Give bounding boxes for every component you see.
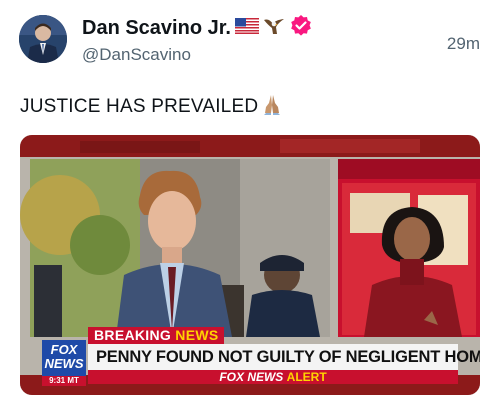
logo-line-1: FOX: [50, 342, 78, 357]
tweet-timestamp[interactable]: 29m: [447, 34, 480, 54]
author-name-row: Dan Scavino Jr.: [82, 14, 313, 43]
breaking-news-word: NEWS: [175, 327, 219, 343]
avatar-image: [19, 15, 67, 63]
tweet-body: JUSTICE HAS PREVAILED: [20, 96, 259, 117]
breaking-label: BREAKING: [94, 327, 172, 343]
breaking-news-banner: BREAKING NEWS: [88, 327, 225, 344]
fox-news-alert-bar: FOX NEWS ALERT: [88, 370, 458, 384]
eagle-icon: [263, 16, 285, 41]
alert-prefix: FOX NEWS: [219, 370, 284, 384]
tweet-media[interactable]: FOX NEWS 9:31 MT BREAKING NEWS PENNY FOU…: [20, 135, 480, 395]
broadcast-clock: 9:31 MT: [42, 376, 86, 386]
avatar[interactable]: [19, 15, 67, 63]
alert-word: ALERT: [286, 370, 327, 384]
folded-hands-icon: [260, 93, 284, 121]
logo-line-2: NEWS: [44, 356, 84, 371]
author-name[interactable]: Dan Scavino Jr.: [82, 17, 231, 40]
tweet-text: JUSTICE HAS PREVAILED: [20, 93, 284, 121]
fox-news-logo: FOX NEWS: [42, 340, 86, 376]
us-flag-icon: [234, 18, 259, 39]
verified-badge-icon: [289, 14, 313, 43]
author-handle[interactable]: @DanScavino: [82, 45, 191, 65]
headline-chyron: PENNY FOUND NOT GUILTY OF NEGLIGENT HOMI…: [88, 344, 480, 370]
